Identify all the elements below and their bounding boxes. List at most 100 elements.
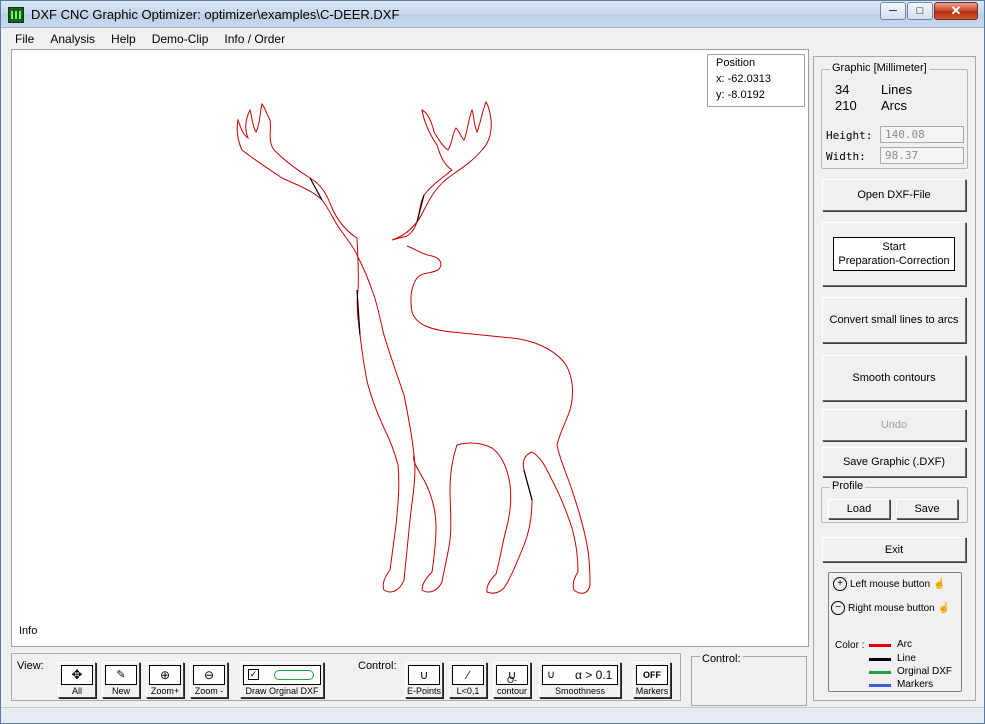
position-x: x: -62.0313 — [716, 73, 772, 85]
lines-label: Lines — [881, 82, 913, 97]
short-line-icon: ∕ — [452, 665, 484, 685]
position-legend: Position — [716, 57, 756, 69]
e-points-icon: ∪ — [408, 665, 440, 685]
open-dxf-button[interactable]: Open DXF-File — [822, 179, 966, 211]
close-icon: ✕ — [950, 3, 962, 18]
right-panel: Graphic [Millimeter] 34 Lines 210 Arcs H… — [813, 56, 976, 701]
open-contour-label: O-contour — [496, 675, 528, 696]
view-all-button[interactable]: ✥ All — [58, 662, 96, 698]
menu-help[interactable]: Help — [103, 29, 144, 49]
deer-line-segment-2 — [309, 177, 323, 201]
markers-face: OFF — [636, 665, 668, 685]
minimize-icon: ─ — [889, 5, 897, 17]
smoothness-button[interactable]: ∪ α > 0.1 Smoothness — [539, 662, 621, 698]
position-readout: Position x: -62.0313 y: -8.0192 — [707, 54, 805, 107]
right-mouse-label: Right mouse button — [848, 602, 935, 614]
arcs-count: 210 — [835, 98, 857, 113]
original-swatch — [869, 671, 891, 674]
new-view-button[interactable]: ✎ New — [102, 662, 140, 698]
window-controls: ─ □ ✕ — [879, 2, 978, 20]
menu-demo-clip[interactable]: Demo-Clip — [144, 29, 217, 49]
arc-swatch — [869, 644, 891, 647]
original-legend-label: Orginal DXF — [897, 666, 953, 677]
title-bar: DXF CNC Graphic Optimizer: optimizer\exa… — [1, 1, 984, 28]
zoom-in-label: Zoom+ — [150, 686, 180, 696]
smooth-curve-icon: ∪ — [547, 669, 556, 681]
height-field: 140.08 — [880, 126, 964, 143]
start-line1: Start — [882, 241, 906, 253]
save-graphic-button[interactable]: Save Graphic (.DXF) — [822, 447, 966, 477]
short-lines-label: L<0,1 — [456, 686, 480, 696]
new-label: New — [111, 686, 130, 696]
deer-outline-arcs — [391, 100, 492, 241]
smoothness-face: ∪ α > 0.1 — [542, 665, 618, 685]
help-legend-box: + Left mouse button ☝ − Right mouse butt… — [828, 572, 962, 692]
markers-state: OFF — [643, 670, 661, 680]
zoom-out-tool-icon: ⊖ — [193, 665, 225, 685]
menu-file[interactable]: File — [7, 29, 42, 49]
maximize-button[interactable]: □ — [907, 2, 933, 20]
color-legend-title: Color : — [835, 640, 865, 651]
view-label: View: — [17, 660, 44, 672]
start-preparation-button[interactable]: Start Preparation-Correction — [822, 222, 966, 286]
deer-line-segment-3 — [416, 194, 425, 223]
right-mouse-row: − Right mouse button ☝ — [831, 601, 950, 615]
new-icon: ✎ — [105, 665, 137, 685]
undo-button[interactable]: Undo — [822, 409, 966, 441]
draw-original-checkbox[interactable]: ✓ — [248, 669, 259, 680]
right-hand-icon: ☝ — [937, 602, 951, 614]
window-title: DXF CNC Graphic Optimizer: optimizer\exa… — [31, 7, 400, 22]
zoom-in-button[interactable]: ⊕ Zoom+ — [146, 662, 184, 698]
zoom-in-tool-icon: ⊕ — [149, 665, 181, 685]
deer-drawing — [236, 100, 591, 594]
width-field: 98.37 — [880, 147, 964, 164]
lines-count: 34 — [835, 82, 850, 97]
original-shape-icon — [274, 670, 314, 680]
graphic-legend: Graphic [Millimeter] — [830, 62, 929, 74]
menu-info-order[interactable]: Info / Order — [216, 29, 293, 49]
start-line2: Preparation-Correction — [838, 255, 950, 267]
e-points-label: E-Points — [406, 686, 441, 696]
arcs-label: Arcs — [881, 98, 907, 113]
draw-original-label: Draw Orginal DXF — [245, 686, 319, 696]
position-y: y: -8.0192 — [716, 89, 765, 101]
graphic-group: Graphic [Millimeter] 34 Lines 210 Arcs H… — [821, 62, 968, 169]
markers-label: Markers — [635, 686, 669, 696]
zoom-in-icon: + — [833, 577, 847, 591]
deer-line-segment-4 — [523, 469, 533, 501]
bottom-toolbar: View: ✥ All ✎ New ⊕ Zoom+ ⊖ Zoom - ✓ Dra… — [11, 653, 681, 701]
short-lines-button[interactable]: ∕ L<0,1 — [449, 662, 487, 698]
arc-legend-label: Arc — [897, 639, 912, 650]
markers-swatch — [869, 684, 891, 687]
control-status-panel: Control: — [691, 653, 807, 706]
line-legend-label: Line — [897, 653, 916, 664]
zoom-out-icon: − — [831, 601, 845, 615]
e-points-button[interactable]: ∪ E-Points — [405, 662, 443, 698]
drawing-canvas[interactable]: Position x: -62.0313 y: -8.0192 Info — [11, 49, 809, 647]
app-icon — [8, 7, 24, 23]
exit-button[interactable]: Exit — [822, 537, 966, 562]
status-strip — [1, 707, 984, 723]
width-label: Width: — [826, 150, 866, 163]
info-label: Info — [19, 625, 38, 637]
control-label: Control: — [358, 660, 397, 672]
deer-body-arcs — [236, 103, 416, 593]
close-button[interactable]: ✕ — [934, 2, 978, 20]
left-mouse-label: Left mouse button — [850, 578, 931, 590]
app-window: DXF CNC Graphic Optimizer: optimizer\exa… — [0, 0, 985, 724]
menu-analysis[interactable]: Analysis — [42, 29, 103, 49]
smoothness-value: α > 0.1 — [575, 668, 613, 682]
convert-lines-button[interactable]: Convert small lines to arcs — [822, 297, 966, 343]
draw-original-button[interactable]: ✓ Draw Orginal DXF — [240, 662, 324, 698]
zoom-out-button[interactable]: ⊖ Zoom - — [190, 662, 228, 698]
markers-button[interactable]: OFF Markers — [633, 662, 671, 698]
line-swatch — [869, 658, 891, 661]
maximize-icon: □ — [916, 5, 924, 17]
start-preparation-frame: Start Preparation-Correction — [833, 237, 955, 271]
minimize-button[interactable]: ─ — [880, 2, 906, 20]
open-contour-button[interactable]: ∪ O-contour — [493, 662, 531, 698]
smooth-contours-button[interactable]: Smooth contours — [822, 355, 966, 401]
height-label: Height: — [826, 129, 873, 142]
profile-load-button[interactable]: Load — [828, 499, 890, 519]
profile-save-button[interactable]: Save — [896, 499, 958, 519]
